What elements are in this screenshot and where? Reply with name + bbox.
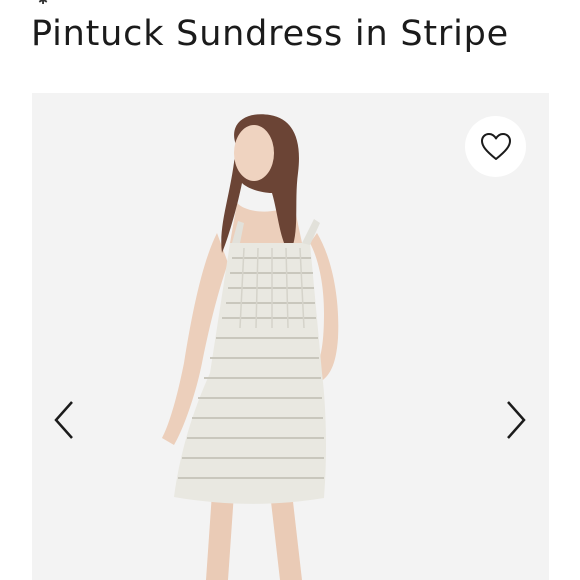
next-image-button[interactable] — [501, 397, 531, 443]
product-title: Pintuck Sundress in Stripe — [31, 14, 509, 54]
product-image-gallery[interactable] — [32, 93, 549, 580]
previous-image-button[interactable] — [49, 397, 79, 443]
rating-star-icon: ✱ — [38, 0, 49, 7]
favorite-button[interactable] — [465, 116, 526, 177]
heart-outline-icon — [480, 132, 511, 160]
chevron-right-icon — [507, 401, 526, 439]
chevron-left-icon — [54, 401, 73, 439]
